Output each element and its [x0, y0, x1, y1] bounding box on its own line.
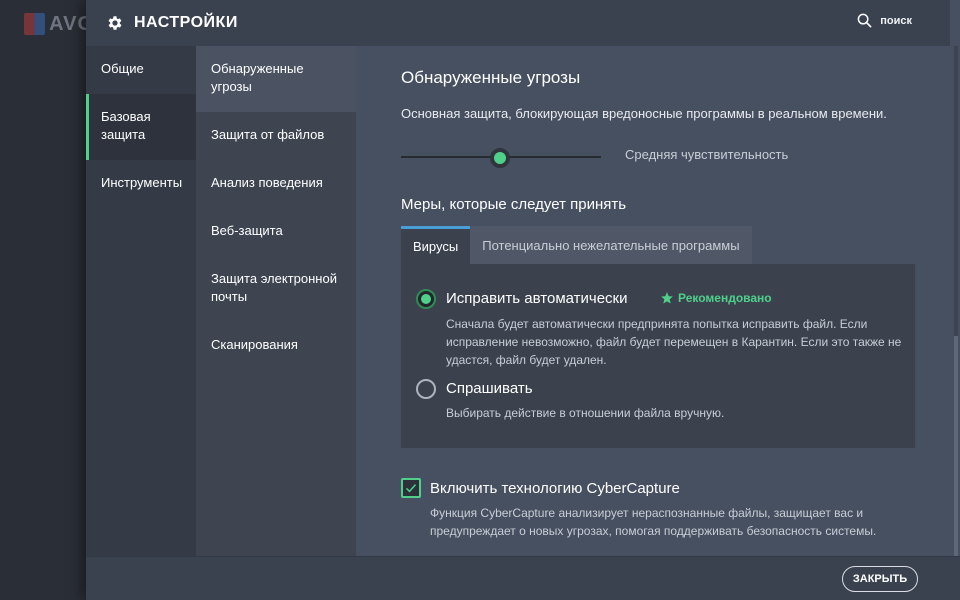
secondary-nav: Обнаруженные угрозы Защита от файлов Ана…	[196, 46, 356, 556]
nav-item-label: Базовая защита	[101, 109, 151, 142]
recommended-label: Рекомендовано	[678, 291, 772, 305]
background-app-logo: AVG	[24, 10, 94, 38]
search-icon	[857, 13, 872, 28]
main-content: Обнаруженные угрозы Основная защита, бло…	[356, 46, 950, 556]
dialog-title: НАСТРОЙКИ	[134, 14, 238, 31]
subnav-item-detected-threats[interactable]: Обнаруженные угрозы	[196, 46, 356, 112]
dialog-header: НАСТРОЙКИ поиск	[86, 0, 950, 46]
subnav-item-web-shield[interactable]: Веб-защита	[196, 222, 356, 240]
settings-dialog: НАСТРОЙКИ поиск Общие Базовая защита Инс…	[86, 0, 960, 600]
dialog-title-wrap: НАСТРОЙКИ	[106, 14, 238, 32]
subnav-item-label: Сканирования	[211, 337, 298, 352]
nav-item-general[interactable]: Общие	[86, 60, 196, 78]
gear-icon	[108, 16, 122, 30]
checkmark-icon	[405, 484, 417, 493]
scrollbar-thumb[interactable]	[954, 336, 958, 556]
sensitivity-label: Средняя чувствительность	[625, 147, 789, 162]
actions-tabs: Вирусы Потенциально нежелательные програ…	[401, 226, 752, 264]
subnav-item-label: Обнаруженные угрозы	[211, 61, 304, 94]
sensitivity-slider-thumb[interactable]	[490, 148, 510, 168]
dialog-footer: ЗАКРЫТЬ	[86, 556, 960, 600]
subnav-item-label: Анализ поведения	[211, 175, 323, 190]
page-description: Основная защита, блокирующая вредоносные…	[401, 106, 887, 121]
avg-logo-icon	[24, 13, 46, 35]
subnav-item-label: Защита электронной почты	[211, 271, 337, 304]
subnav-item-email-shield[interactable]: Защита электронной почты	[196, 270, 356, 306]
tab-label: Потенциально нежелательные программы	[482, 237, 740, 253]
search-button[interactable]: поиск	[857, 13, 912, 28]
subnav-item-label: Веб-защита	[211, 223, 283, 238]
option-auto-fix-description: Сначала будет автоматически предпринята …	[446, 317, 902, 367]
nav-item-basic-protection[interactable]: Базовая защита	[86, 94, 196, 160]
search-label: поиск	[880, 14, 912, 27]
subnav-item-file-shield[interactable]: Защита от файлов	[196, 126, 356, 144]
tab-panel-viruses: Исправить автоматически Рекомендовано Сн…	[401, 264, 915, 448]
nav-item-label: Общие	[101, 61, 144, 76]
actions-section-title: Меры, которые следует принять	[401, 196, 627, 213]
option-ask-description: Выбирать действие в отношении файла вруч…	[446, 406, 725, 420]
radio-auto-fix[interactable]	[416, 289, 436, 309]
star-icon	[661, 292, 673, 304]
radio-ask[interactable]	[416, 379, 436, 399]
nav-item-label: Инструменты	[101, 175, 183, 190]
subnav-item-behavior-shield[interactable]: Анализ поведения	[196, 174, 356, 192]
tab-label: Вирусы	[413, 239, 459, 254]
cybercapture-checkbox[interactable]	[401, 478, 421, 498]
nav-item-tools[interactable]: Инструменты	[86, 174, 196, 192]
tab-pup[interactable]: Потенциально нежелательные программы	[470, 226, 752, 264]
option-auto-fix-title: Исправить автоматически	[446, 290, 628, 307]
close-button[interactable]: ЗАКРЫТЬ	[842, 566, 918, 592]
tab-viruses[interactable]: Вирусы	[401, 226, 471, 264]
page-title: Обнаруженные угрозы	[401, 68, 581, 87]
content-scrollbar[interactable]	[954, 46, 958, 556]
primary-nav: Общие Базовая защита Инструменты	[86, 46, 196, 556]
option-ask-title: Спрашивать	[446, 380, 533, 397]
recommended-badge: Рекомендовано	[660, 291, 772, 305]
subnav-item-scans[interactable]: Сканирования	[196, 336, 356, 354]
subnav-item-label: Защита от файлов	[211, 127, 325, 142]
cybercapture-title: Включить технологию CyberCapture	[430, 480, 680, 497]
cybercapture-description: Функция CyberCapture анализирует нераспо…	[430, 506, 877, 538]
